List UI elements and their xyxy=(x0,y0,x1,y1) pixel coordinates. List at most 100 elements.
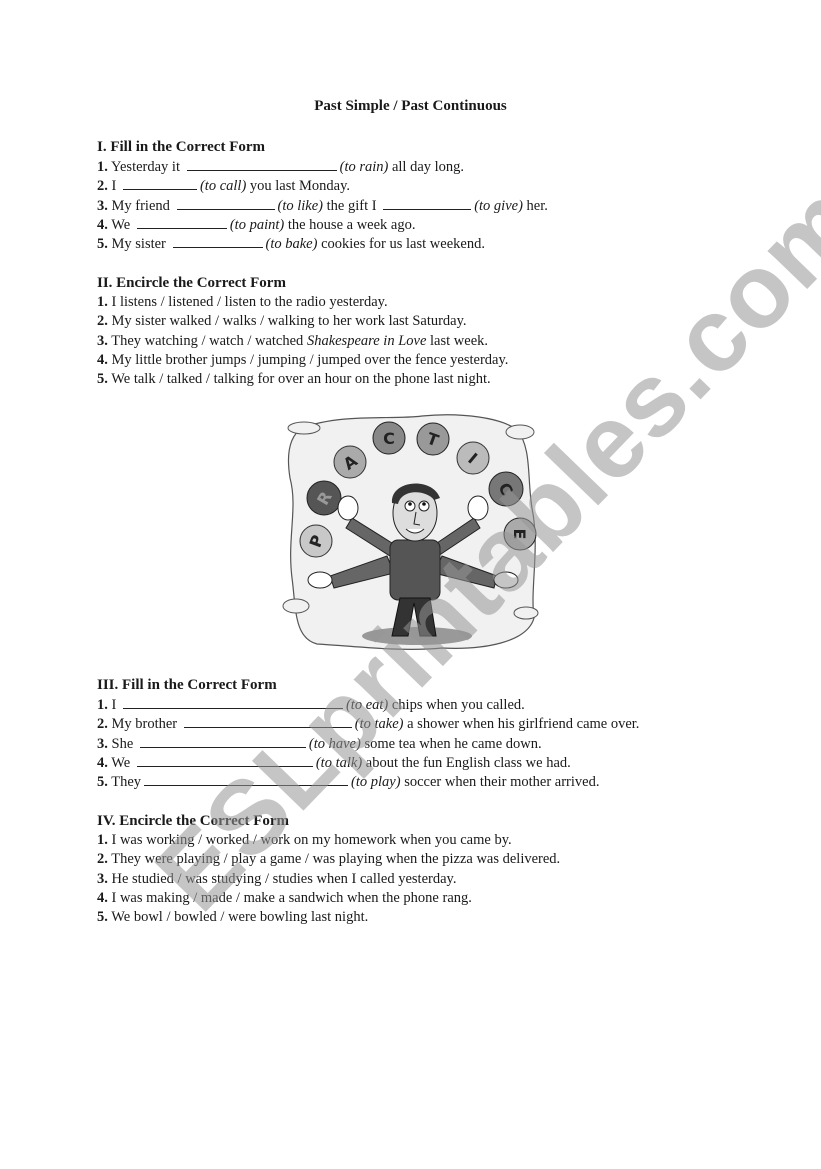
section-heading: II. Encircle the Correct Form xyxy=(97,275,286,291)
cloud-puff xyxy=(513,606,539,620)
answer-blank[interactable] xyxy=(383,196,472,210)
item-text: My friend xyxy=(111,197,170,214)
item-number: 1. xyxy=(97,697,108,713)
verb-hint: (to bake) xyxy=(265,236,318,253)
item-text: They were playing / play a game / was pl… xyxy=(111,851,561,868)
item-number: 1. xyxy=(97,159,108,175)
exercise-item: 3. They watching / watch / watched Shake… xyxy=(97,332,737,351)
item-text: the gift I xyxy=(326,197,377,214)
item-text: soccer when their mother arrived. xyxy=(404,774,600,791)
answer-blank[interactable] xyxy=(186,157,337,171)
item-number: 4. xyxy=(97,216,108,233)
item-text: We talk / talked / talking for over an h… xyxy=(111,371,491,388)
cloud-puff xyxy=(287,421,321,435)
letter-ball-t-icon: T xyxy=(416,422,450,456)
item-text: some tea when he came down. xyxy=(364,735,542,752)
verb-hint: (to take) xyxy=(354,716,404,733)
movie-title: Shakespeare in Love xyxy=(306,332,427,349)
answer-blank[interactable] xyxy=(172,234,263,249)
ground-shadow xyxy=(362,627,472,645)
item-text: They xyxy=(111,774,142,791)
exercise-item: 2. They were playing / play a game / was… xyxy=(97,850,737,869)
item-number: 2. xyxy=(97,851,108,868)
exercise-item: 2. My sister walked / walks / walking to… xyxy=(97,312,737,331)
item-text: I xyxy=(111,178,117,195)
item-text: My little brother jumps / jumping / jump… xyxy=(111,351,509,368)
svg-text:E: E xyxy=(510,529,529,540)
verb-hint: (to play) xyxy=(351,774,401,791)
exercise-item: 3. She (to have) some tea when he came d… xyxy=(97,734,737,753)
item-number: 5. xyxy=(97,774,108,791)
exercise-item: 3. My friend (to like) the gift I (to gi… xyxy=(97,196,737,215)
letter-ball-c2-icon: C xyxy=(488,471,524,507)
item-text: We xyxy=(111,754,131,771)
section-fill-in-3: III. Fill in the Correct Form 1. I (to e… xyxy=(97,675,737,791)
item-text: We xyxy=(111,216,131,233)
item-text: She xyxy=(111,735,134,752)
letter-ball-i-icon: I xyxy=(456,441,490,475)
letter-ball-r-icon: R xyxy=(306,480,342,516)
item-number: 2. xyxy=(97,313,108,330)
section-heading: IV. Encircle the Correct Form xyxy=(97,813,290,829)
exercise-item: 4. My little brother jumps / jumping / j… xyxy=(97,351,737,370)
exercise-item: 4. I was making / made / make a sandwich… xyxy=(97,889,737,908)
item-text: I was making / made / make a sandwich wh… xyxy=(111,889,472,906)
item-number: 4. xyxy=(97,754,108,771)
item-number: 5. xyxy=(97,909,108,926)
item-text: last week. xyxy=(430,332,489,349)
item-number: 5. xyxy=(97,371,108,388)
exercise-item: 5. We talk / talked / talking for over a… xyxy=(97,370,737,389)
cloud-puff xyxy=(505,424,535,440)
exercise-item: 3. He studied / was studying / studies w… xyxy=(97,870,737,889)
item-text: you last Monday. xyxy=(249,178,351,195)
item-number: 3. xyxy=(97,197,108,214)
section-fill-in-1: I. Fill in the Correct Form 1. Yesterday… xyxy=(97,137,737,253)
item-text: My brother xyxy=(111,716,178,733)
verb-hint: (to have) xyxy=(308,735,361,752)
item-text: They watching / watch / watched xyxy=(111,332,304,349)
item-text: We bowl / bowled / were bowling last nig… xyxy=(111,909,369,926)
letter-ball-a-icon: A xyxy=(333,445,367,479)
answer-blank[interactable] xyxy=(122,176,197,191)
item-text: cookies for us last weekend. xyxy=(321,236,485,253)
exercise-item: 2. I (to call) you last Monday. xyxy=(97,176,737,195)
answer-blank[interactable] xyxy=(176,196,275,210)
svg-text:C: C xyxy=(383,429,395,448)
answer-blank[interactable] xyxy=(139,734,306,748)
item-text: all day long. xyxy=(391,159,465,175)
item-text: the house a week ago. xyxy=(287,216,416,233)
section-heading: III. Fill in the Correct Form xyxy=(97,677,277,693)
letter-ball-p-icon: P xyxy=(299,524,333,558)
verb-hint: (to like) xyxy=(277,197,324,214)
item-number: 3. xyxy=(97,332,108,349)
answer-blank[interactable] xyxy=(122,695,343,709)
exercise-item: 5. My sister (to bake) cookies for us la… xyxy=(97,234,737,253)
verb-hint: (to paint) xyxy=(229,216,285,233)
item-text: I xyxy=(111,697,117,713)
item-text: I was working / worked / work on my home… xyxy=(111,832,512,848)
section-heading: I. Fill in the Correct Form xyxy=(97,139,266,155)
exercise-item: 4. We (to paint) the house a week ago. xyxy=(97,215,737,234)
letter-ball-c-icon: C xyxy=(372,421,406,455)
verb-hint: (to rain) xyxy=(339,159,389,175)
answer-blank[interactable] xyxy=(136,753,313,767)
exercise-item: 2. My brother (to take) a shower when hi… xyxy=(97,714,737,733)
item-number: 3. xyxy=(97,735,108,752)
item-number: 4. xyxy=(97,351,108,368)
exercise-item: 1. I was working / worked / work on my h… xyxy=(97,831,737,850)
item-number: 2. xyxy=(97,178,108,195)
item-text: Yesterday it xyxy=(110,159,180,175)
worksheet-page: Past Simple / Past Continuous I. Fill in… xyxy=(0,0,821,1169)
exercise-item: 5. They (to play) soccer when their mothe… xyxy=(97,772,737,791)
verb-hint: (to give) xyxy=(474,197,523,214)
item-text: My sister walked / walks / walking to he… xyxy=(111,313,467,330)
answer-blank[interactable] xyxy=(144,772,349,787)
item-text: My sister xyxy=(111,236,166,253)
worksheet-title: Past Simple / Past Continuous xyxy=(314,98,507,114)
exercise-item: 1. Yesterday it (to rain) all day long. xyxy=(97,157,737,176)
section-encircle-4: IV. Encircle the Correct Form 1. I was w… xyxy=(97,811,737,927)
item-number: 1. xyxy=(97,294,108,310)
answer-blank[interactable] xyxy=(183,714,352,729)
verb-hint: (to eat) xyxy=(345,697,389,713)
answer-blank[interactable] xyxy=(136,215,227,229)
